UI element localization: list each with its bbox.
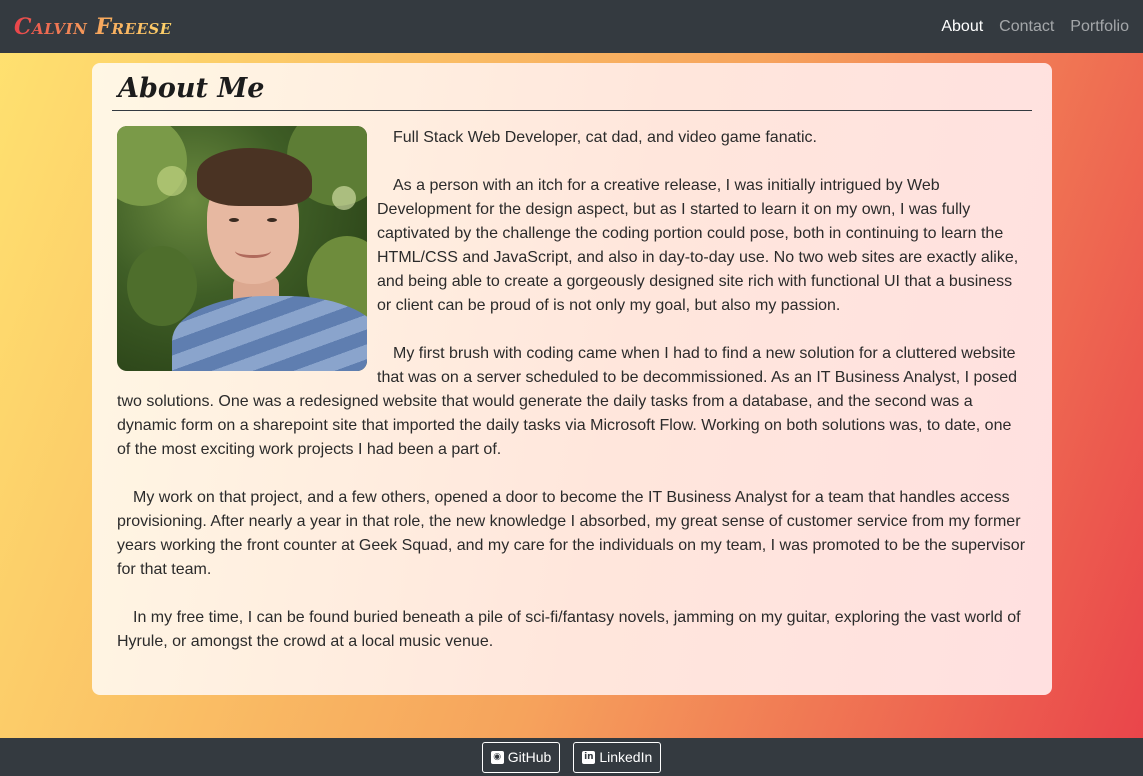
footer: ◉ GitHub in LinkedIn bbox=[0, 738, 1143, 776]
navbar: Calvin Freese About Contact Portfolio bbox=[0, 0, 1143, 53]
about-paragraph: In my free time, I can be found buried b… bbox=[117, 609, 1021, 650]
nav-link-contact[interactable]: Contact bbox=[999, 18, 1054, 36]
about-paragraph: My work on that project, and a few other… bbox=[117, 489, 1026, 578]
nav-links: About Contact Portfolio bbox=[941, 18, 1129, 36]
about-body: Full Stack Web Developer, cat dad, and v… bbox=[112, 111, 1032, 654]
brand-logo[interactable]: Calvin Freese bbox=[14, 14, 172, 40]
profile-photo bbox=[117, 126, 367, 371]
linkedin-label: LinkedIn bbox=[599, 749, 653, 765]
github-button[interactable]: ◉ GitHub bbox=[481, 741, 561, 773]
github-label: GitHub bbox=[507, 749, 552, 765]
page-title: About Me bbox=[112, 69, 1032, 111]
nav-link-about[interactable]: About bbox=[941, 18, 983, 36]
linkedin-button[interactable]: in LinkedIn bbox=[573, 741, 662, 773]
about-card: About Me Full Stack Web Developer, cat d… bbox=[92, 63, 1052, 695]
github-icon: ◉ bbox=[490, 750, 504, 764]
nav-link-portfolio[interactable]: Portfolio bbox=[1070, 18, 1129, 36]
linkedin-icon: in bbox=[582, 750, 596, 764]
